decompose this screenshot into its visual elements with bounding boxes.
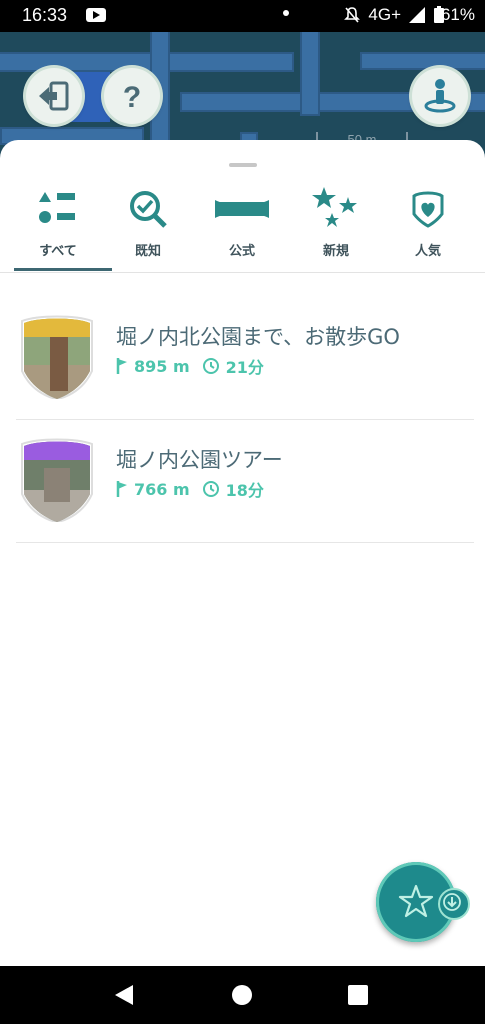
question-icon: ?: [123, 81, 141, 112]
route-duration: 21分: [225, 358, 264, 377]
exit-button[interactable]: [26, 68, 82, 124]
tab-all[interactable]: すべて: [10, 184, 106, 272]
routes-sheet: すべて 既知 公式 新規 人気 堀ノ内北公園まで、お散歩GO 895 m 21分…: [0, 140, 485, 966]
flag-icon: [116, 358, 127, 374]
search-check-icon: [130, 191, 167, 228]
official-banner-icon: [215, 200, 269, 218]
route-meta: 895 m 21分: [116, 354, 264, 378]
tab-new-label: 新規: [322, 244, 349, 259]
tab-new[interactable]: 新規: [288, 184, 384, 272]
mute-icon: [344, 7, 361, 23]
tab-known-label: 既知: [134, 244, 161, 259]
route-filter-tabs: すべて 既知 公式 新規 人気: [0, 184, 485, 273]
battery-level: 61%: [440, 5, 475, 24]
svg-text:?: ?: [123, 81, 141, 112]
route-thumbnail: [21, 315, 93, 399]
network-type: 4G+: [368, 5, 401, 24]
youtube-notification-icon: [86, 8, 106, 22]
download-arrow-icon: [443, 893, 461, 911]
system-navigation-bar: [0, 966, 485, 1024]
back-icon[interactable]: [113, 984, 135, 1006]
tab-official-label: 公式: [228, 244, 255, 259]
download-badge[interactable]: [438, 888, 470, 920]
route-list-item[interactable]: 堀ノ内北公園まで、お散歩GO 895 m 21分: [16, 297, 474, 420]
flag-icon: [116, 481, 127, 497]
help-button[interactable]: ?: [104, 68, 160, 124]
route-list-item[interactable]: 堀ノ内公園ツアー 766 m 18分: [16, 420, 474, 543]
tab-popular-label: 人気: [414, 244, 441, 259]
map-road: [300, 32, 320, 116]
popular-heart-icon: [412, 191, 444, 228]
all-list-icon: [39, 192, 75, 223]
notification-dot-icon: [283, 10, 289, 16]
route-title: 堀ノ内北公園まで、お散歩GO: [116, 325, 400, 349]
active-tab-indicator: [14, 268, 112, 271]
tab-popular[interactable]: 人気: [380, 184, 476, 272]
route-distance: 895 m: [134, 356, 190, 376]
map-road: [360, 52, 485, 70]
star-icon: [398, 884, 434, 918]
route-thumbnail: [21, 438, 93, 522]
route-title: 堀ノ内公園ツアー: [116, 448, 283, 472]
recents-icon[interactable]: [347, 984, 369, 1006]
player-location-icon: [424, 79, 456, 113]
route-meta: 766 m 18分: [116, 477, 264, 501]
sheet-drag-handle[interactable]: [229, 163, 257, 167]
signal-icon: [409, 7, 425, 23]
player-location-button[interactable]: [412, 68, 468, 124]
tab-known[interactable]: 既知: [100, 184, 196, 272]
exit-icon: [39, 81, 69, 111]
clock-icon: [202, 358, 219, 374]
tab-official[interactable]: 公式: [194, 184, 290, 272]
status-time: 16:33: [22, 5, 68, 25]
home-icon[interactable]: [231, 984, 253, 1006]
status-right: 4G+: [344, 5, 445, 25]
route-distance: 766 m: [134, 479, 190, 499]
clock-icon: [202, 481, 219, 497]
tab-all-label: すべて: [39, 244, 77, 259]
status-bar: 16:33 4G+ 61%: [0, 0, 485, 32]
route-duration: 18分: [225, 481, 264, 500]
new-stars-icon: [312, 187, 357, 227]
